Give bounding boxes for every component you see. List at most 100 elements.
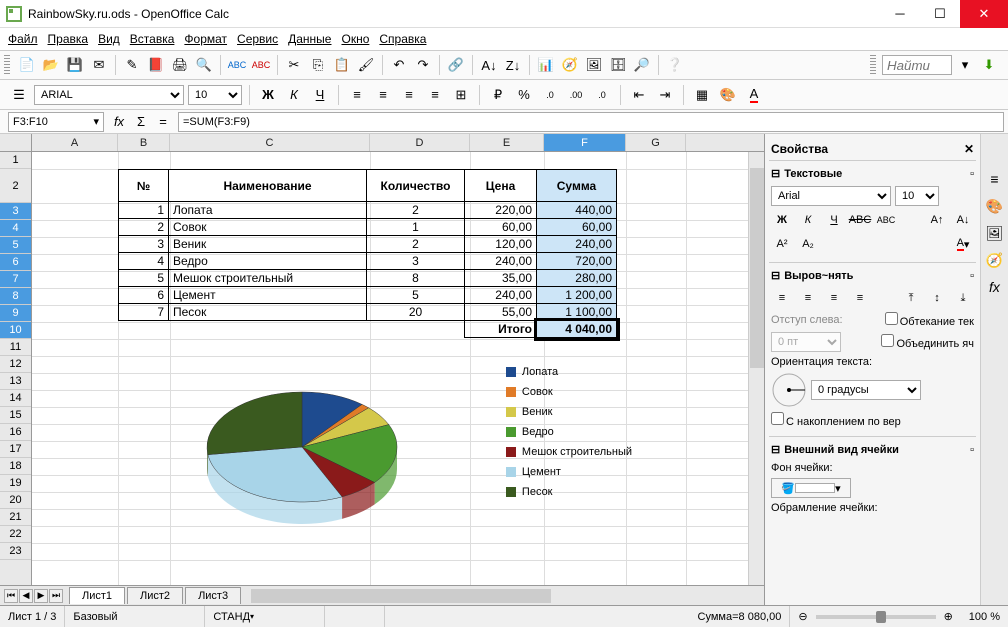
autospell-icon[interactable]: ABC — [250, 54, 272, 76]
hyperlink-icon[interactable]: 🔗 — [445, 54, 467, 76]
row-header-5[interactable]: 5 — [0, 237, 31, 254]
font-size-combo[interactable]: 10 — [188, 85, 242, 105]
row-header-9[interactable]: 9 — [0, 305, 31, 322]
row-header-15[interactable]: 15 — [0, 407, 31, 424]
status-mode[interactable]: СТАНД ▾ — [205, 606, 325, 627]
col-header-G[interactable]: G — [626, 134, 686, 151]
bgcolor-icon[interactable]: 🎨 — [717, 84, 739, 106]
row-header-16[interactable]: 16 — [0, 424, 31, 441]
merge-checkbox[interactable]: Объединить яч — [881, 334, 974, 350]
vertical-scrollbar[interactable] — [748, 152, 764, 585]
deck-styles-icon[interactable]: 🎨 — [983, 194, 1007, 218]
find-dropdown[interactable]: ▾ — [954, 54, 976, 76]
styles-icon[interactable]: ☰ — [8, 84, 30, 106]
status-sig[interactable] — [325, 606, 385, 627]
menu-insert[interactable]: Вставка — [126, 30, 179, 48]
row-header-4[interactable]: 4 — [0, 220, 31, 237]
sidebar-close-icon[interactable]: ✕ — [964, 142, 974, 156]
valign-bot-icon[interactable]: ⤓ — [952, 288, 974, 308]
menu-edit[interactable]: Правка — [44, 30, 93, 48]
menu-view[interactable]: Вид — [94, 30, 124, 48]
row-header-23[interactable]: 23 — [0, 543, 31, 560]
zoom-in-icon[interactable]: ⊕ — [944, 610, 953, 623]
percent-icon[interactable]: % — [513, 84, 535, 106]
status-style[interactable]: Базовый — [65, 606, 205, 627]
indent-combo[interactable]: 0 пт — [771, 332, 841, 352]
tab-prev-icon[interactable]: ◀ — [19, 589, 33, 603]
collapse-icon-2[interactable]: ⊟ — [771, 269, 780, 282]
status-sum[interactable]: Сумма=8 080,00 — [385, 606, 790, 627]
font-name-combo[interactable]: ARIAL — [34, 85, 184, 105]
deck-functions-icon[interactable]: fx — [983, 275, 1007, 299]
table-row[interactable]: 6Цемент5240,001 200,00 — [119, 287, 617, 304]
header-price[interactable]: Цена — [465, 170, 537, 202]
equals-icon[interactable]: = — [152, 111, 174, 133]
sidebar-shadow[interactable]: ABC — [875, 210, 897, 230]
valign-top-icon[interactable]: ⤒ — [900, 288, 922, 308]
col-header-C[interactable]: C — [170, 134, 370, 151]
find-next-icon[interactable]: ⬇ — [978, 54, 1000, 76]
chart-icon[interactable]: 📊 — [535, 54, 557, 76]
email-icon[interactable]: ✉ — [88, 54, 110, 76]
undo-icon[interactable]: ↶ — [388, 54, 410, 76]
row-header-2[interactable]: 2 — [0, 169, 31, 203]
pie-chart[interactable]: ЛопатаСовокВеникВедроМешок строительныйЦ… — [162, 352, 632, 552]
stacked-checkbox[interactable]: С накоплением по вер — [771, 412, 901, 428]
collapse-icon[interactable]: ⊟ — [771, 167, 780, 180]
row-header-10[interactable]: 10 — [0, 322, 31, 339]
header-num[interactable]: № — [119, 170, 169, 202]
sidebar-underline[interactable]: Ч — [823, 210, 845, 230]
header-name[interactable]: Наименование — [169, 170, 367, 202]
currency-icon[interactable]: ₽ — [487, 84, 509, 106]
sidebar-bold[interactable]: Ж — [771, 210, 793, 230]
row-header-11[interactable]: 11 — [0, 339, 31, 356]
menu-window[interactable]: Окно — [337, 30, 373, 48]
halign-right-icon[interactable]: ≡ — [823, 288, 845, 308]
table-row[interactable]: 7Песок2055,001 100,00 — [119, 304, 617, 321]
row-header-6[interactable]: 6 — [0, 254, 31, 271]
table-row[interactable]: 5Мешок строительный835,00280,00 — [119, 270, 617, 287]
header-qty[interactable]: Количество — [367, 170, 465, 202]
select-all-corner[interactable] — [0, 134, 32, 151]
row-header-7[interactable]: 7 — [0, 271, 31, 288]
sheet-tab-1[interactable]: Лист1 — [69, 587, 125, 604]
table-row[interactable]: 3Веник2120,00240,00 — [119, 236, 617, 253]
new-icon[interactable]: 📄 — [16, 54, 38, 76]
wrap-checkbox[interactable]: Обтекание тек — [885, 312, 974, 328]
paste-icon[interactable]: 📋 — [331, 54, 353, 76]
navigator-icon[interactable]: 🧭 — [559, 54, 581, 76]
row-header-12[interactable]: 12 — [0, 356, 31, 373]
zoom-out-icon[interactable]: ⊖ — [798, 610, 807, 623]
header-sum[interactable]: Сумма — [537, 170, 617, 202]
halign-justify-icon[interactable]: ≡ — [849, 288, 871, 308]
table-row[interactable]: 2Совок160,0060,00 — [119, 219, 617, 236]
row-header-13[interactable]: 13 — [0, 373, 31, 390]
bg-color-picker[interactable]: 🪣 ▾ — [771, 478, 851, 498]
dec-inc-icon[interactable]: .00 — [565, 84, 587, 106]
align-center-icon[interactable]: ≡ — [372, 84, 394, 106]
zoom-value[interactable]: 100 % — [961, 606, 1008, 627]
col-header-E[interactable]: E — [470, 134, 544, 151]
dec-dec-icon[interactable]: .0 — [591, 84, 613, 106]
table-row[interactable]: 1Лопата2220,00440,00 — [119, 202, 617, 219]
sheet-tab-3[interactable]: Лист3 — [185, 587, 241, 604]
row-header-1[interactable]: 1 — [0, 152, 31, 169]
horizontal-scrollbar[interactable] — [251, 589, 764, 603]
sidebar-grow-icon[interactable]: A↑ — [926, 210, 948, 230]
sidebar-font-combo[interactable]: Arial — [771, 186, 891, 206]
deck-navigator-icon[interactable]: 🧭 — [983, 248, 1007, 272]
halign-left-icon[interactable]: ≡ — [771, 288, 793, 308]
menu-format[interactable]: Формат — [180, 30, 231, 48]
name-box[interactable]: F3:F10▾ — [8, 112, 104, 132]
cut-icon[interactable]: ✂ — [283, 54, 305, 76]
toolbar-grip[interactable] — [4, 55, 10, 75]
tab-next-icon[interactable]: ▶ — [34, 589, 48, 603]
row-header-8[interactable]: 8 — [0, 288, 31, 305]
sidebar-super-icon[interactable]: A² — [771, 234, 793, 254]
orientation-dial-icon[interactable] — [771, 372, 807, 408]
close-button[interactable]: ✕ — [960, 0, 1008, 28]
cells-grid[interactable]: № Наименование Количество Цена Сумма 1Ло… — [32, 152, 748, 585]
bold-button[interactable]: Ж — [257, 84, 279, 106]
row-header-14[interactable]: 14 — [0, 390, 31, 407]
copy-icon[interactable]: ⎘ — [307, 54, 329, 76]
